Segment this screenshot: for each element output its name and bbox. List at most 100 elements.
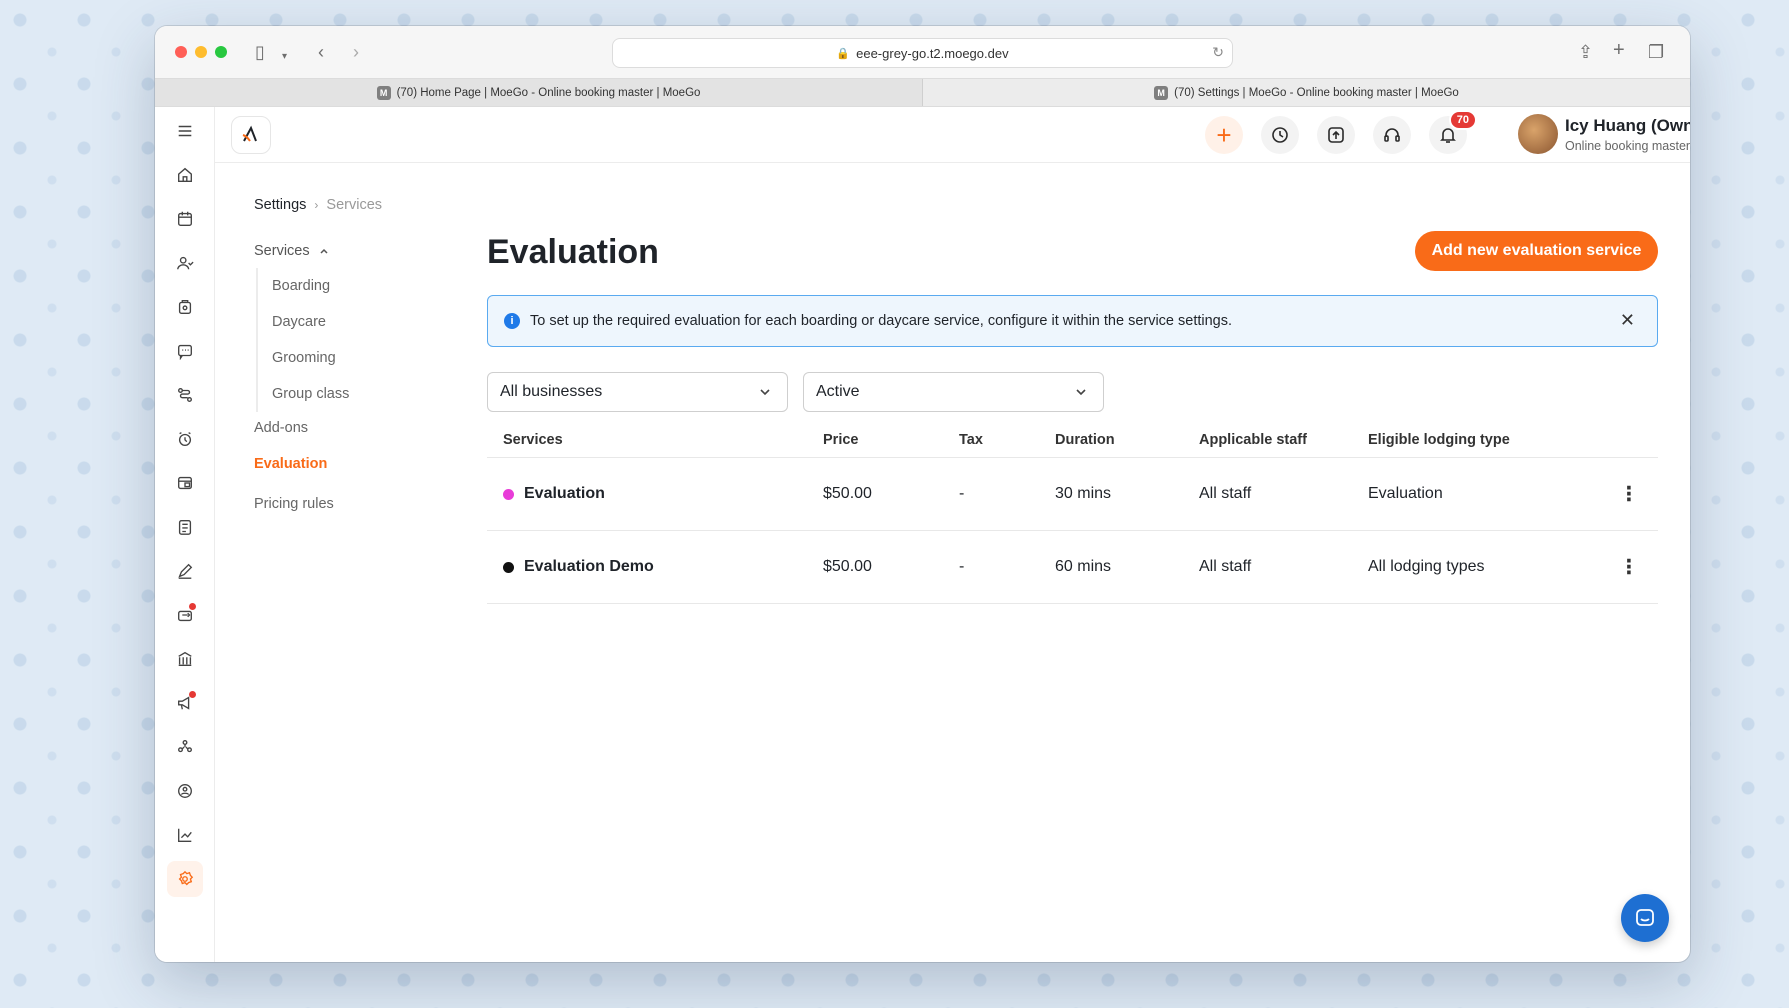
menu-icon[interactable] xyxy=(167,113,203,149)
tax-cell: - xyxy=(959,558,965,575)
notification-dot xyxy=(189,603,196,610)
lodging-cell: All lodging types xyxy=(1368,558,1485,575)
pets-icon[interactable] xyxy=(167,289,203,325)
service-name-cell: Evaluation Demo xyxy=(503,558,654,576)
retail-icon[interactable] xyxy=(167,597,203,633)
nav-group-services[interactable]: Services xyxy=(254,240,349,262)
page-title: Evaluation xyxy=(487,233,659,271)
calendar-icon[interactable] xyxy=(167,201,203,237)
browser-window: ▯ ▾ ‹ › 🔒 eee-grey-go.t2.moego.dev ↻ ⇪ +… xyxy=(155,26,1690,962)
tab-overview-icon[interactable]: ❐ xyxy=(1648,42,1664,62)
lodging-cell: Evaluation xyxy=(1368,485,1443,502)
chevron-down-icon[interactable]: ▾ xyxy=(282,47,287,67)
chat-icon xyxy=(1636,909,1654,926)
price-cell: $50.00 xyxy=(823,558,872,575)
status-filter-value: Active xyxy=(816,383,860,400)
notification-badge: 70 xyxy=(1448,110,1477,130)
messages-icon[interactable] xyxy=(167,333,203,369)
settings-icon[interactable] xyxy=(167,861,203,897)
status-filter-select[interactable]: Active xyxy=(803,372,1104,412)
tab-home[interactable]: M (70) Home Page | MoeGo - Online bookin… xyxy=(155,79,923,106)
staff-cell: All staff xyxy=(1199,485,1252,502)
service-color-dot xyxy=(503,561,514,573)
sidebar-toggle-icon[interactable]: ▯ xyxy=(255,42,265,62)
nav-item-pricing-rules[interactable]: Pricing rules xyxy=(254,484,349,524)
nav-item-grooming[interactable]: Grooming xyxy=(258,340,349,376)
window-controls xyxy=(175,46,227,58)
tasks-icon[interactable] xyxy=(167,509,203,545)
community-icon[interactable] xyxy=(167,729,203,765)
table-header: Services Price Tax Duration Applicable s… xyxy=(487,422,1658,458)
tab-bar: M (70) Home Page | MoeGo - Online bookin… xyxy=(155,78,1690,107)
quick-add-button[interactable]: + xyxy=(1205,116,1243,154)
add-evaluation-service-button[interactable]: Add new evaluation service xyxy=(1415,231,1658,271)
nav-rail xyxy=(155,107,215,962)
nav-item-group-class[interactable]: Group class xyxy=(258,376,349,412)
service-name: Evaluation xyxy=(524,485,605,502)
notifications-bell-icon[interactable]: 70 xyxy=(1429,110,1477,154)
chat-support-button[interactable] xyxy=(1621,894,1669,942)
price-cell: $50.00 xyxy=(823,485,872,502)
chevron-right-icon: › xyxy=(314,198,319,212)
maximize-window-button[interactable] xyxy=(215,46,227,58)
avatar[interactable] xyxy=(1518,114,1558,154)
service-name-cell: Evaluation xyxy=(503,485,605,503)
payments-icon[interactable] xyxy=(167,465,203,501)
services-subnav: Boarding Daycare Grooming Group class xyxy=(256,268,349,412)
app-content: + 70 Icy Huang (Owner) Online booking ma… xyxy=(155,107,1690,962)
service-name: Evaluation Demo xyxy=(524,558,654,575)
table-row[interactable]: Evaluation $50.00 - 30 mins All staff Ev… xyxy=(487,458,1658,531)
info-icon: i xyxy=(504,313,520,329)
share-icon[interactable]: ⇪ xyxy=(1578,42,1593,62)
workflow-icon[interactable] xyxy=(167,377,203,413)
table-row[interactable]: Evaluation Demo $50.00 - 60 mins All sta… xyxy=(487,531,1658,604)
upload-icon[interactable] xyxy=(1317,116,1355,154)
duration-cell: 60 mins xyxy=(1055,558,1112,575)
reports-icon[interactable] xyxy=(167,817,203,853)
marketing-icon[interactable] xyxy=(167,685,203,721)
edit-icon[interactable] xyxy=(167,553,203,589)
more-options-icon[interactable]: ⋮ xyxy=(1619,482,1639,507)
column-header: Duration xyxy=(1055,431,1115,448)
tab-settings[interactable]: M (70) Settings | MoeGo - Online booking… xyxy=(923,79,1690,106)
reminder-icon[interactable] xyxy=(167,421,203,457)
forward-icon[interactable]: › xyxy=(353,42,359,62)
column-header: Applicable staff xyxy=(1199,431,1307,448)
close-icon[interactable]: ✕ xyxy=(1620,310,1635,331)
nav-item-add-ons[interactable]: Add-ons xyxy=(254,412,349,444)
chevron-down-icon xyxy=(1076,389,1086,396)
reload-icon[interactable]: ↻ xyxy=(1212,44,1224,61)
user-name[interactable]: Icy Huang (Owner) xyxy=(1565,116,1690,136)
membership-icon[interactable] xyxy=(167,773,203,809)
business-icon[interactable] xyxy=(167,641,203,677)
business-filter-value: All businesses xyxy=(500,383,603,400)
column-header: Services xyxy=(503,431,563,448)
minimize-window-button[interactable] xyxy=(195,46,207,58)
column-header: Eligible lodging type xyxy=(1368,431,1510,448)
nav-item-boarding[interactable]: Boarding xyxy=(258,268,349,304)
breadcrumb-settings[interactable]: Settings xyxy=(254,197,306,213)
tax-cell: - xyxy=(959,485,965,502)
info-banner: i To set up the required evaluation for … xyxy=(487,295,1658,347)
duration-cell: 30 mins xyxy=(1055,485,1112,502)
home-icon[interactable] xyxy=(167,157,203,193)
service-color-dot xyxy=(503,488,514,500)
clients-icon[interactable] xyxy=(167,245,203,281)
more-options-icon[interactable]: ⋮ xyxy=(1619,555,1639,580)
chevron-down-icon xyxy=(760,389,770,396)
staff-cell: All staff xyxy=(1199,558,1252,575)
close-window-button[interactable] xyxy=(175,46,187,58)
column-header: Price xyxy=(823,431,859,448)
business-filter-select[interactable]: All businesses xyxy=(487,372,788,412)
moego-logo[interactable] xyxy=(231,116,271,154)
support-headset-icon[interactable] xyxy=(1373,116,1411,154)
address-bar[interactable]: 🔒 eee-grey-go.t2.moego.dev ↻ xyxy=(612,38,1233,68)
tab-label: (70) Settings | MoeGo - Online booking m… xyxy=(1174,86,1459,99)
back-icon[interactable]: ‹ xyxy=(318,42,324,62)
nav-item-daycare[interactable]: Daycare xyxy=(258,304,349,340)
new-tab-icon[interactable]: + xyxy=(1613,40,1625,60)
clock-icon[interactable] xyxy=(1261,116,1299,154)
breadcrumb: Settings › Services xyxy=(254,197,382,213)
chevron-up-icon xyxy=(320,248,328,254)
nav-item-evaluation[interactable]: Evaluation xyxy=(254,444,349,484)
